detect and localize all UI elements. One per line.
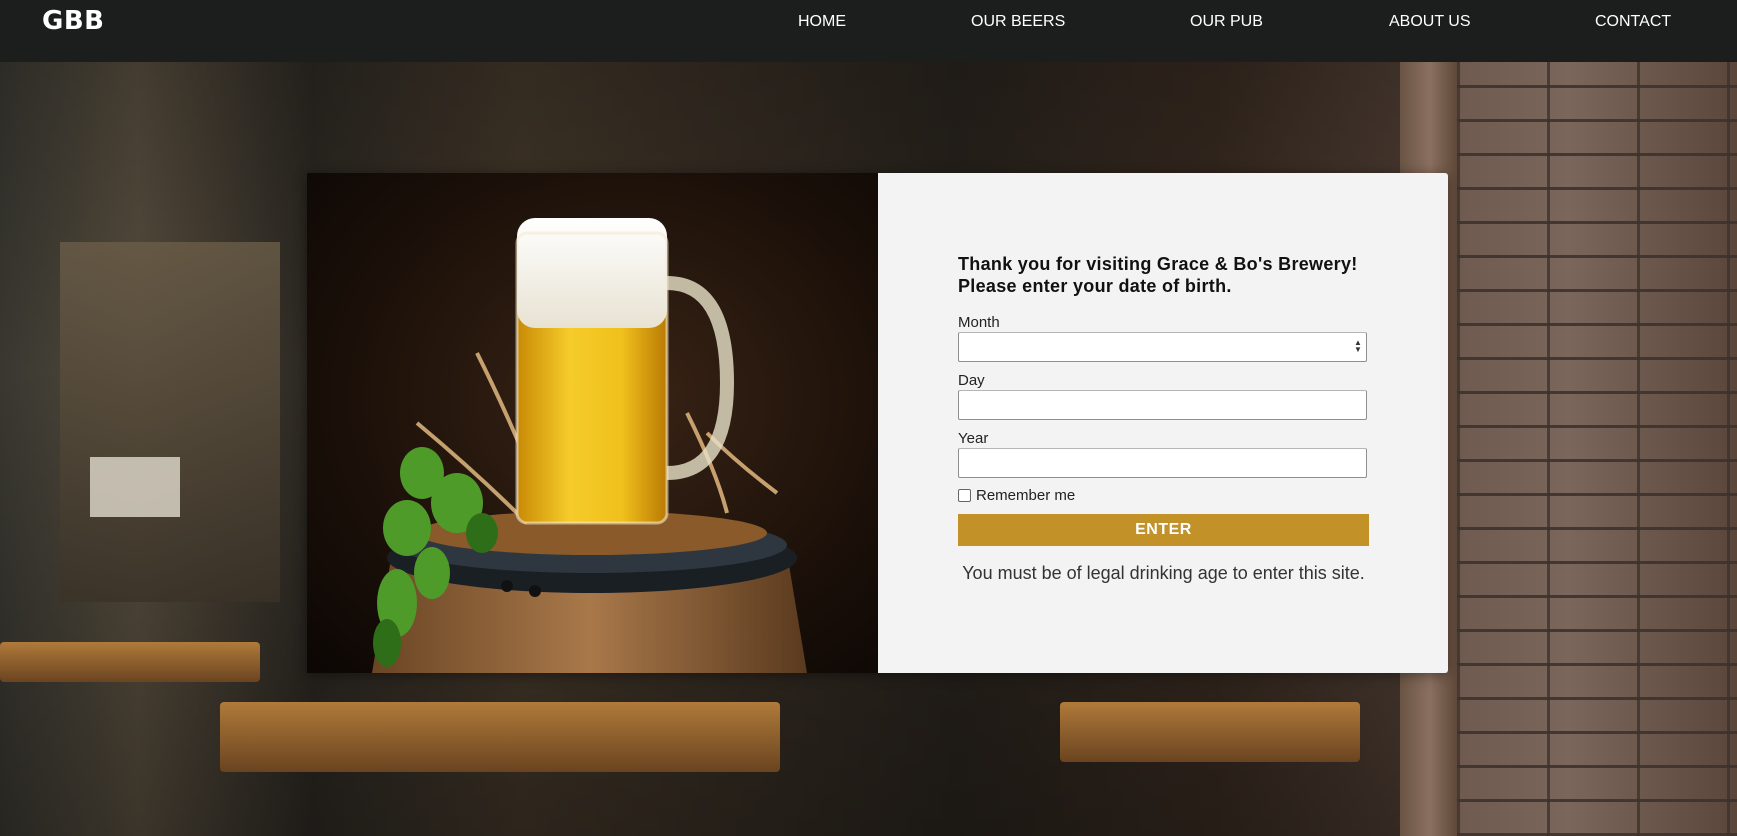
day-input[interactable] xyxy=(958,390,1367,420)
legal-age-notice: You must be of legal drinking age to ent… xyxy=(962,563,1365,583)
bg-window xyxy=(60,242,280,602)
bg-lamp xyxy=(90,457,180,517)
month-input[interactable]: ▲ ▼ xyxy=(958,332,1367,362)
bg-table xyxy=(0,642,260,682)
day-label: Day xyxy=(958,372,985,389)
site-header: GBB HOME OUR BEERS OUR PUB ABOUT US CONT… xyxy=(0,0,1737,62)
remember-me-checkbox[interactable] xyxy=(958,489,971,502)
age-gate-form: Thank you for visiting Grace & Bo's Brew… xyxy=(878,173,1448,673)
nav-home[interactable]: HOME xyxy=(798,12,846,32)
remember-me-label[interactable]: Remember me xyxy=(976,487,1075,504)
age-gate-card: Thank you for visiting Grace & Bo's Brew… xyxy=(307,173,1448,673)
nav-our-pub[interactable]: OUR PUB xyxy=(1190,12,1263,32)
remember-me-row: Remember me xyxy=(958,487,1075,504)
site-logo[interactable]: GBB xyxy=(42,6,104,36)
beer-mug-on-barrel-image xyxy=(307,173,878,673)
year-label: Year xyxy=(958,430,989,447)
bg-brick-wall xyxy=(1457,62,1737,836)
nav-our-beers[interactable]: OUR BEERS xyxy=(971,12,1065,32)
beer-illustration xyxy=(372,218,807,673)
bg-table xyxy=(220,702,780,772)
month-label: Month xyxy=(958,314,1000,331)
age-gate-heading: Thank you for visiting Grace & Bo's Brew… xyxy=(958,254,1358,296)
enter-button[interactable]: ENTER xyxy=(958,514,1369,546)
nav-contact[interactable]: CONTACT xyxy=(1595,12,1671,32)
nav-about-us[interactable]: ABOUT US xyxy=(1389,12,1471,32)
bg-table xyxy=(1060,702,1360,762)
spinner-icon[interactable]: ▲ ▼ xyxy=(1354,339,1362,355)
year-input[interactable] xyxy=(958,448,1367,478)
